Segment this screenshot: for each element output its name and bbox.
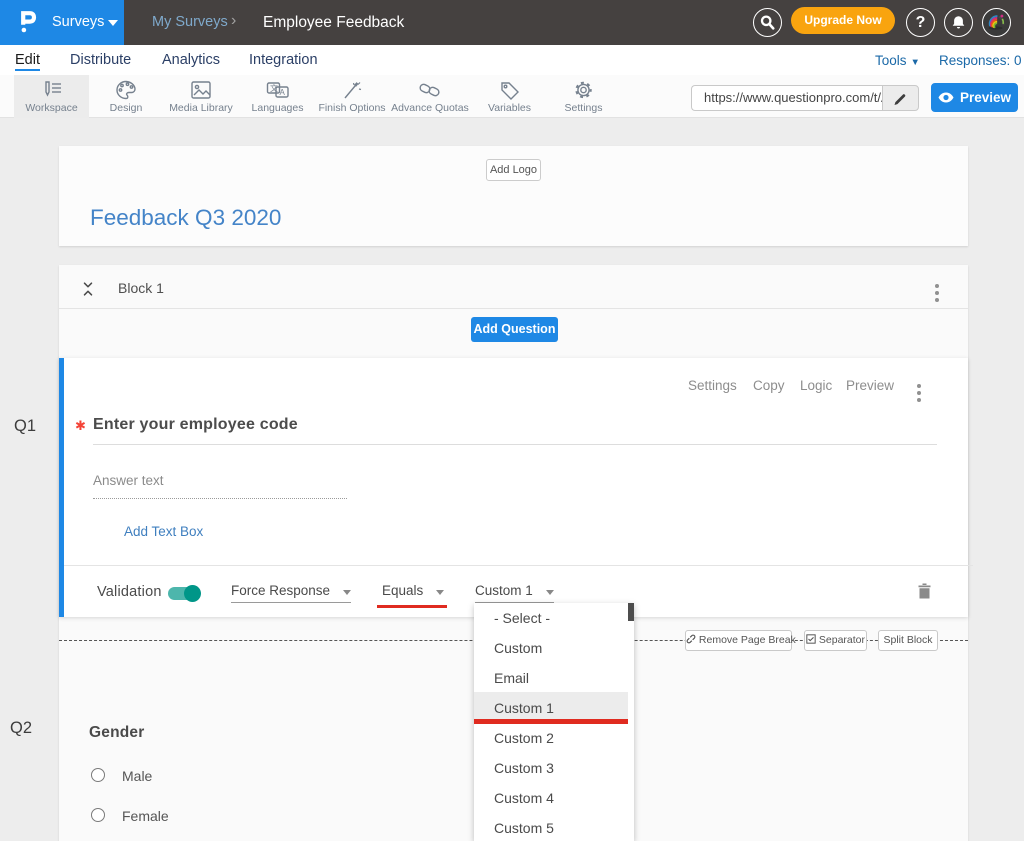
svg-text:文: 文 [270, 83, 278, 93]
svg-text:A: A [279, 88, 285, 97]
